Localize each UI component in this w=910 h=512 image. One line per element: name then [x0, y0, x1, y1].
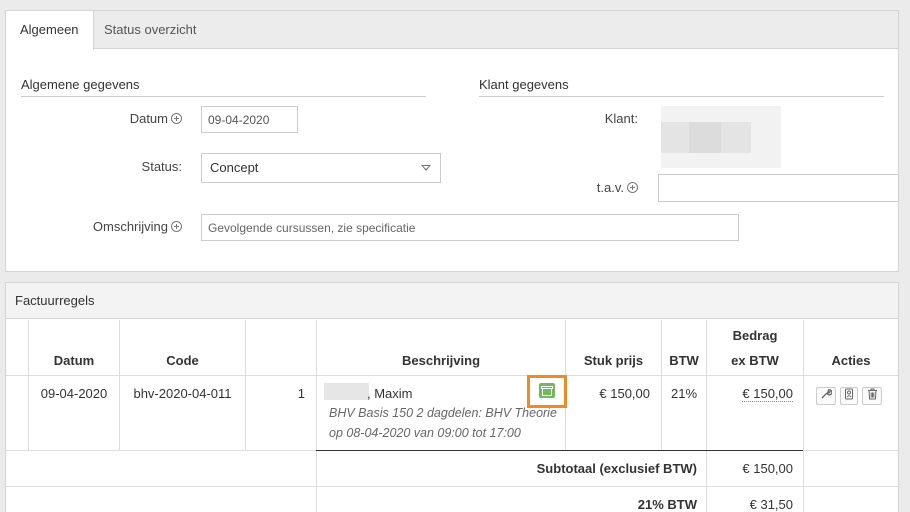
wrench-icon	[821, 389, 833, 399]
row-naam: , Maxim	[367, 386, 413, 401]
col-bedrag-label-2: ex BTW	[731, 353, 779, 368]
invoice-lines-panel: Factuurregels Datum Code Beschrijving St…	[5, 282, 899, 512]
client-section-title: Klant gegevens	[479, 77, 884, 97]
tav-label-text: t.a.v.	[596, 180, 624, 195]
col-code[interactable]: Code	[120, 320, 245, 376]
delete-button[interactable]	[862, 387, 882, 405]
tav-label: t.a.v.	[546, 180, 638, 195]
row-datum: 09-04-2020	[40, 386, 108, 401]
row-omschrijving-1: BHV Basis 150 2 dagdelen: BHV Theorie	[329, 406, 557, 420]
datum-input[interactable]	[201, 106, 298, 133]
status-select-value: Concept	[210, 160, 259, 175]
row-aantal: 1	[297, 386, 305, 401]
status-label: Status:	[141, 159, 182, 174]
col-stuk-prijs[interactable]: Stuk prijs	[566, 320, 661, 376]
plus-circle-icon[interactable]	[627, 182, 638, 193]
tab-bar: Algemeen Status overzicht	[6, 11, 898, 50]
row-name-redacted	[324, 383, 369, 400]
invoice-lines-title: Factuurregels	[6, 283, 898, 319]
edit-button[interactable]	[816, 387, 836, 405]
general-panel: Algemeen Status overzicht Algemene gegev…	[5, 10, 899, 272]
omschrijving-label: Omschrijving	[46, 219, 182, 234]
row-bedrag-wrap: € 150,00	[707, 386, 793, 402]
row-omschrijving-2: op 08-04-2020 van 09:00 tot 17:00	[329, 426, 521, 440]
subtotal-label: Subtotaal (exclusief BTW)	[536, 461, 697, 476]
col-acties: Acties	[804, 320, 898, 376]
col-btw[interactable]: BTW	[662, 320, 706, 376]
col-stuk-prijs-label: Stuk prijs	[583, 353, 644, 368]
general-section-title: Algemene gegevens	[21, 77, 426, 97]
tab-algemeen[interactable]: Algemeen	[6, 11, 94, 50]
gift-icon	[539, 383, 555, 398]
row-stuk-prijs: € 150,00	[599, 386, 650, 401]
plus-circle-icon[interactable]	[171, 113, 182, 124]
omschrijving-input[interactable]	[201, 214, 739, 241]
col-beschrijving-label: Beschrijving	[401, 353, 481, 368]
plus-circle-icon[interactable]	[171, 221, 182, 232]
col-beschrijving[interactable]: Beschrijving	[317, 320, 565, 376]
trash-icon	[867, 388, 877, 400]
col-btw-label: BTW	[669, 353, 699, 368]
chevron-down-icon	[421, 165, 431, 171]
row-code: bhv-2020-04-011	[133, 386, 232, 401]
col-bedrag-label-1: Bedrag	[732, 328, 778, 343]
person-button[interactable]	[840, 387, 858, 405]
klant-label: Klant:	[604, 111, 638, 126]
omschrijving-label-text: Omschrijving	[92, 219, 168, 234]
subtotal-value: € 150,00	[742, 461, 793, 476]
tav-input[interactable]	[658, 174, 899, 202]
row-bedrag[interactable]: € 150,00	[742, 386, 793, 402]
datum-label-text: Datum	[129, 111, 168, 126]
vat-label: 21% BTW	[637, 497, 697, 512]
col-acties-label: Acties	[831, 353, 871, 368]
row-btw: 21%	[670, 386, 698, 401]
status-select[interactable]: Concept	[201, 153, 441, 183]
vat-value: € 31,50	[749, 497, 793, 512]
datum-label: Datum	[66, 111, 182, 126]
col-bedrag[interactable]: Bedrag ex BTW	[707, 320, 803, 376]
gift-button[interactable]	[527, 375, 567, 408]
person-icon	[845, 388, 853, 400]
tab-status-overzicht[interactable]: Status overzicht	[90, 11, 211, 49]
col-code-label: Code	[166, 353, 199, 368]
col-datum-label: Datum	[53, 353, 95, 368]
col-datum[interactable]: Datum	[29, 320, 119, 376]
